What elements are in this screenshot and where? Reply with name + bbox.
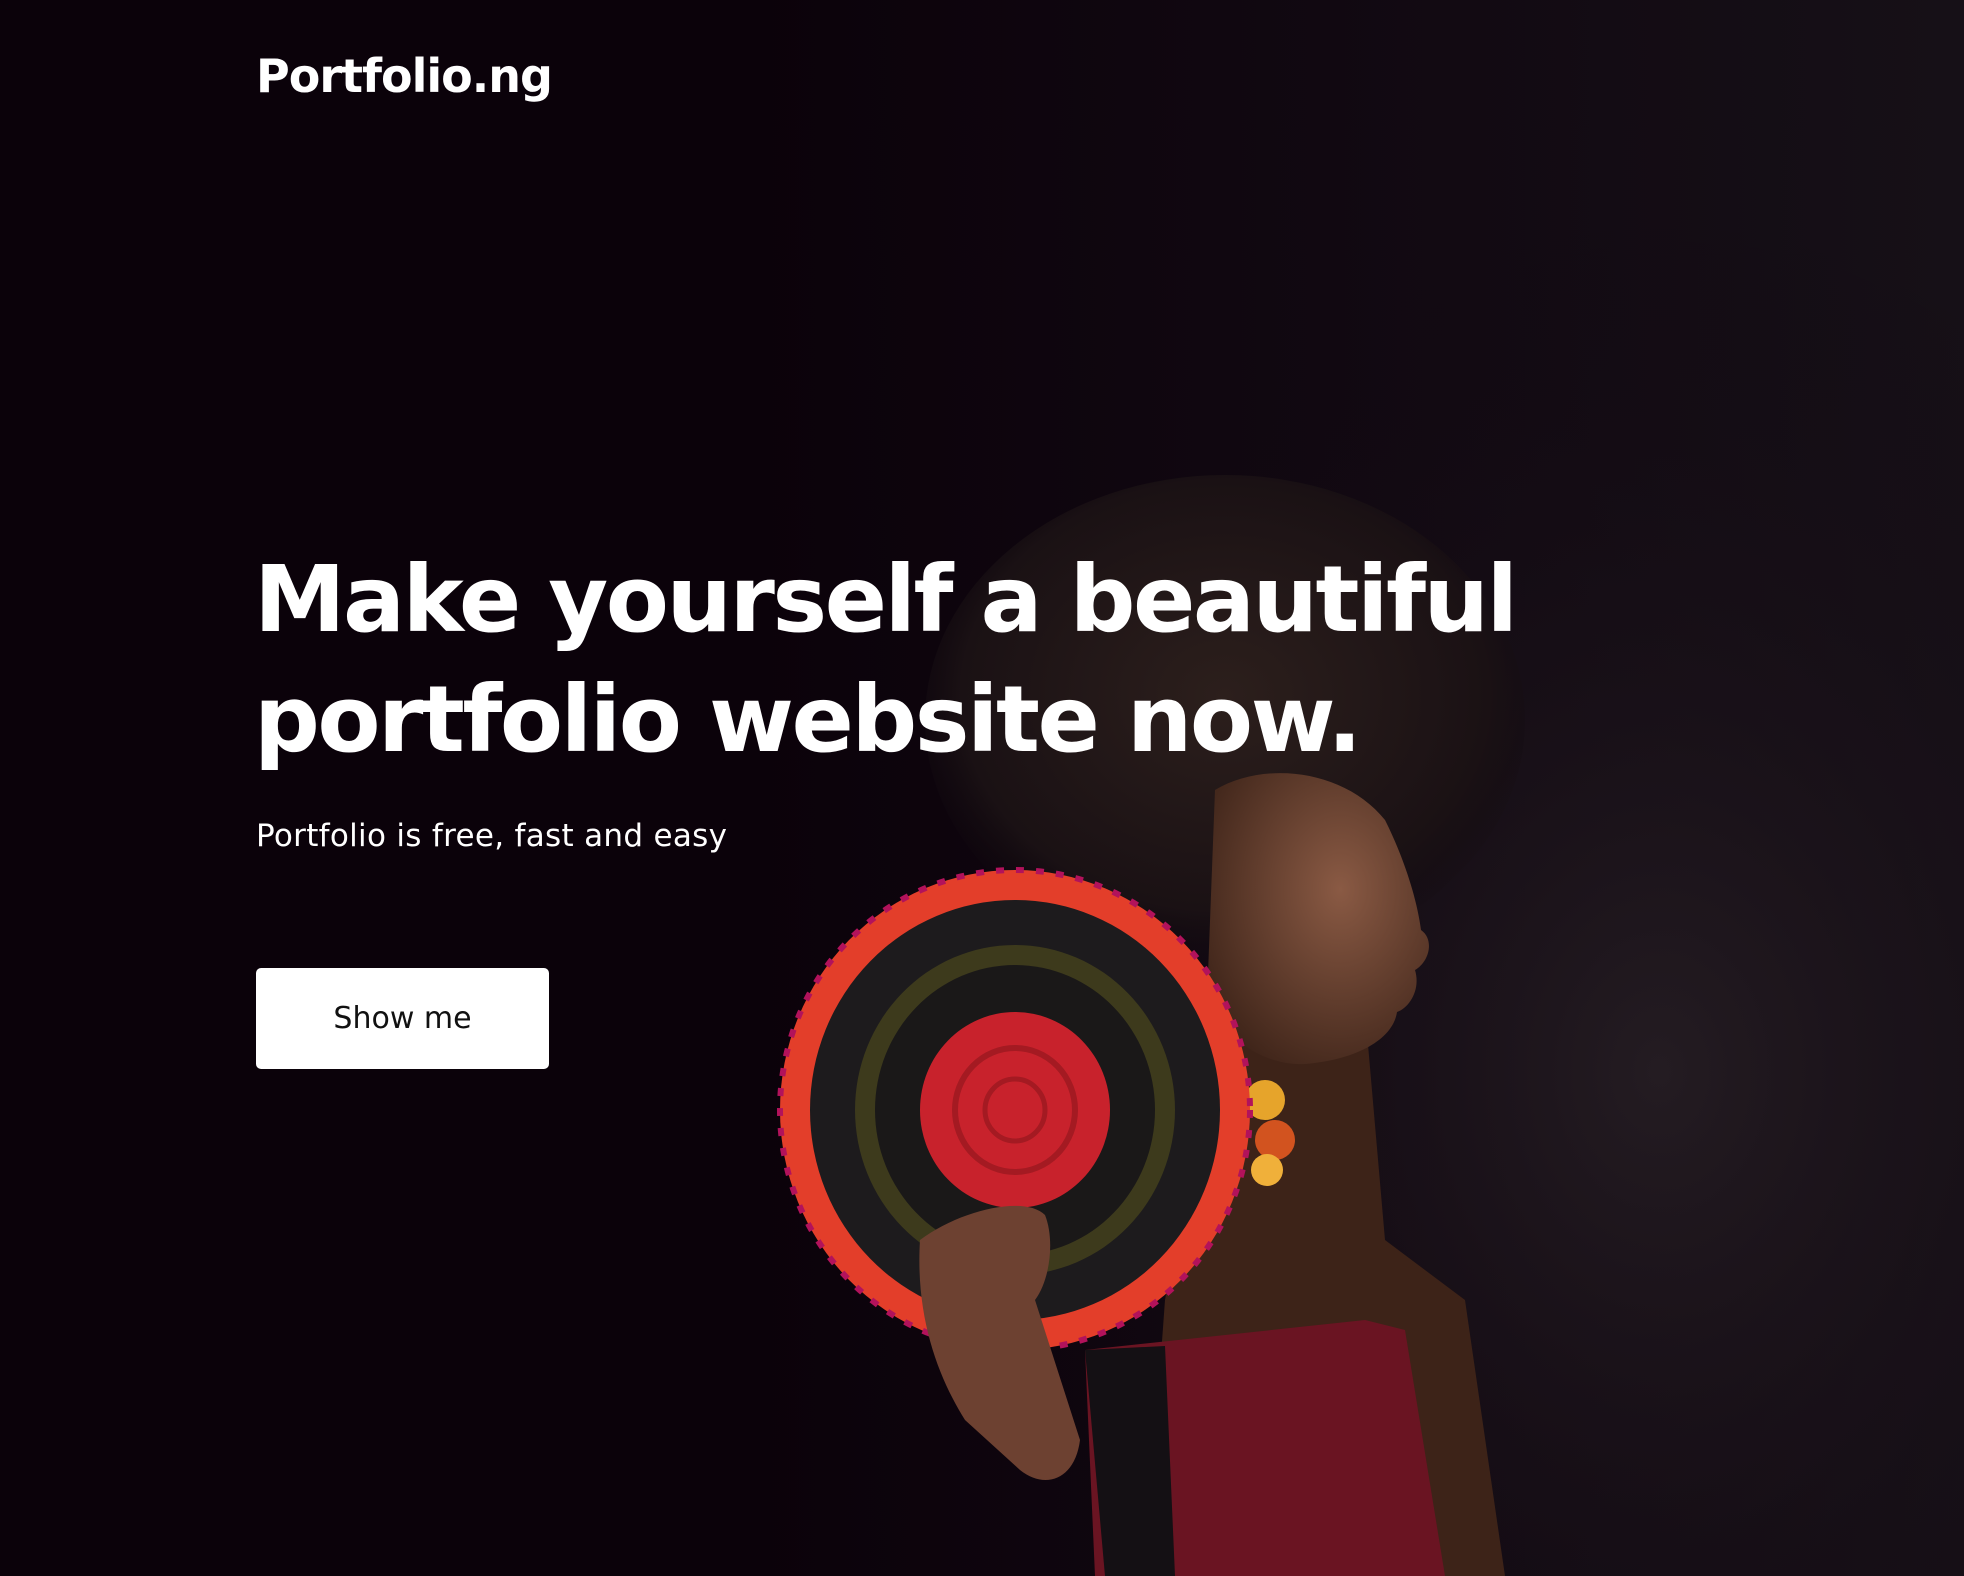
show-me-button[interactable]: Show me	[256, 968, 549, 1069]
landing-page: Portfolio.ng Make yourself a beautiful p…	[0, 0, 1964, 1576]
headline-line-1: Make yourself a beautiful	[254, 546, 1518, 653]
hero-headline: Make yourself a beautiful portfolio webs…	[254, 540, 1554, 780]
hero-subtitle: Portfolio is free, fast and easy	[256, 818, 728, 854]
logo[interactable]: Portfolio.ng	[256, 48, 553, 104]
hero-photo	[745, 0, 1964, 1576]
headline-line-2: portfolio website now.	[254, 666, 1362, 773]
